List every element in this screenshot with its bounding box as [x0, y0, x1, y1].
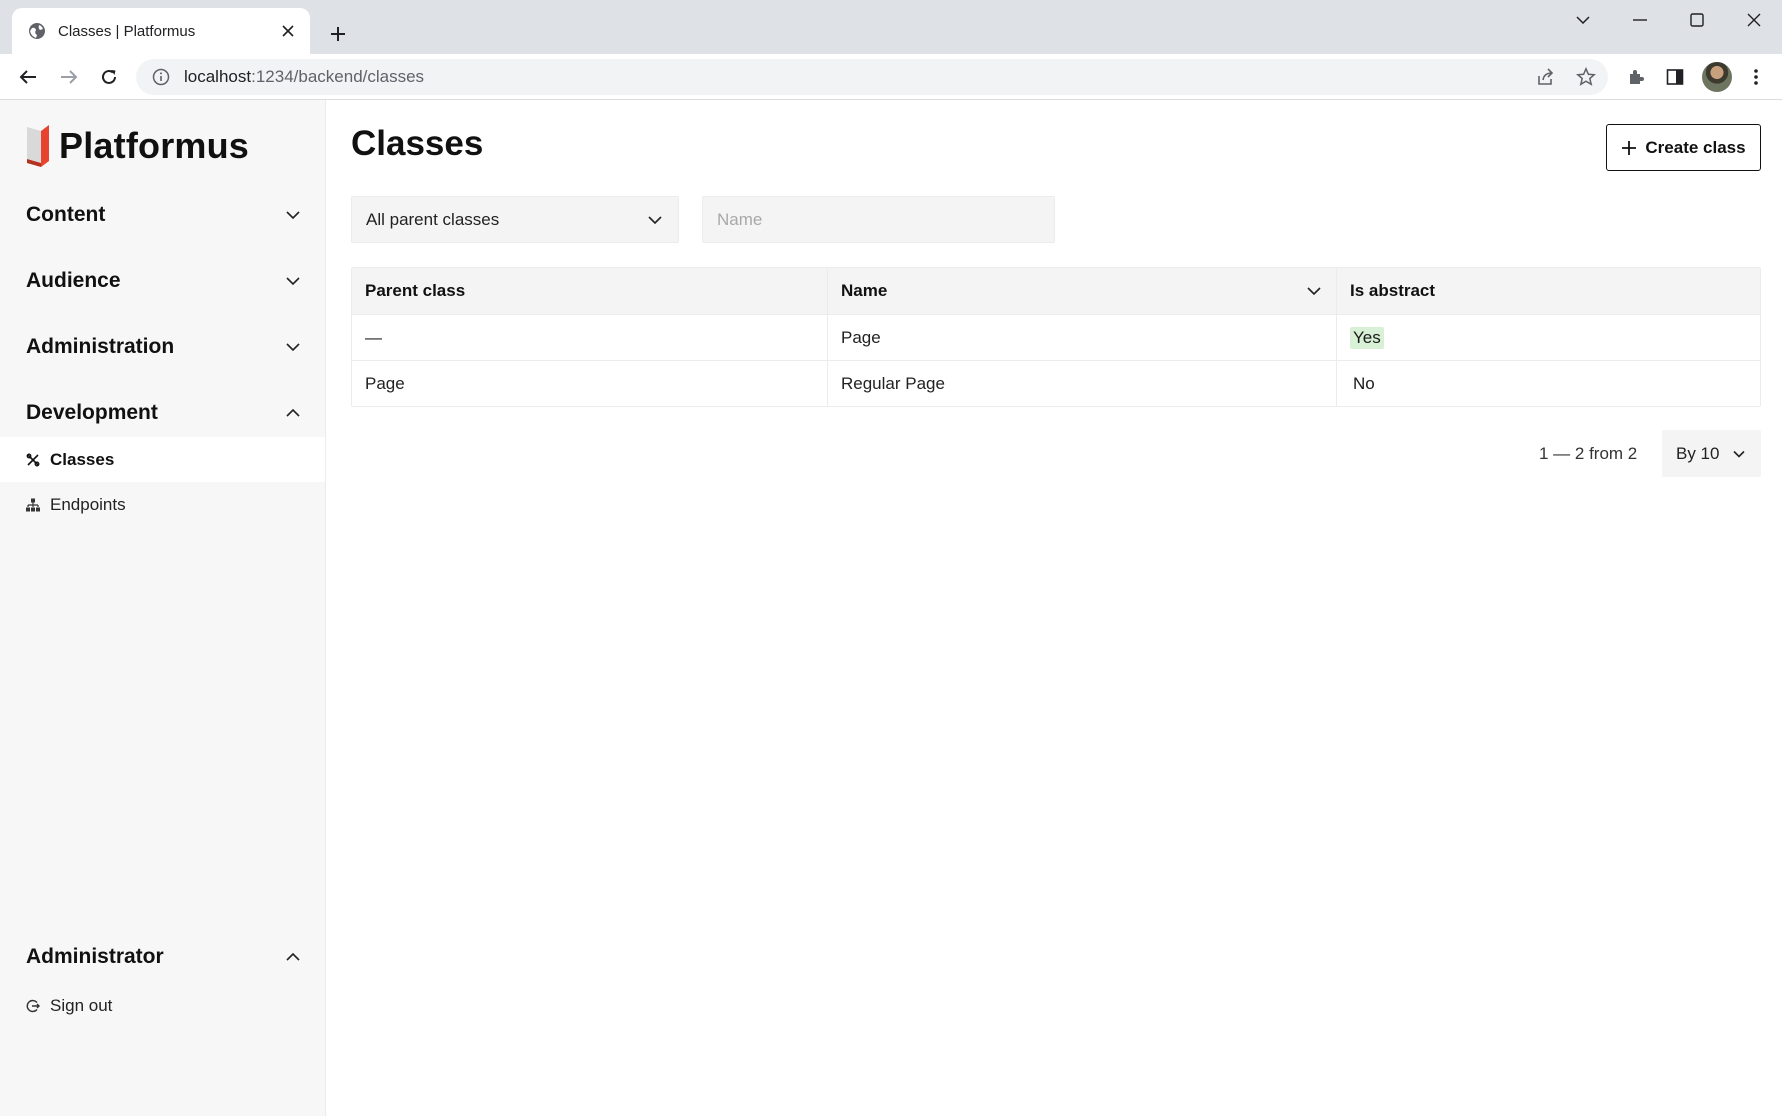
share-icon[interactable] [1533, 64, 1559, 90]
browser-tabstrip: Classes | Platformus [0, 0, 1782, 54]
cell-is-abstract: No [1336, 361, 1760, 406]
class-name-link[interactable]: Page [841, 328, 881, 348]
globe-icon [28, 22, 46, 40]
column-header-name[interactable]: Name [827, 268, 1336, 314]
classes-icon [26, 453, 40, 467]
nav-section-administration[interactable]: Administration [26, 327, 302, 367]
sidebar-item-classes[interactable]: Classes [0, 437, 325, 482]
site-info-icon[interactable] [152, 68, 170, 86]
table-row[interactable]: Page Regular Page No [352, 360, 1760, 406]
table-header-row: Parent class Name Is abstract [352, 268, 1760, 314]
endpoints-icon [26, 498, 40, 512]
section-title: Administrator [26, 945, 164, 968]
sidebar-item-sign-out[interactable]: Sign out [0, 983, 325, 1028]
address-bar[interactable]: localhost:1234/backend/classes [136, 59, 1608, 95]
section-title: Development [26, 401, 158, 424]
platformus-logo-icon [25, 123, 51, 169]
nav-section-administrator[interactable]: Administrator [26, 937, 302, 977]
profile-avatar[interactable] [1702, 62, 1732, 92]
cell-parent-class: Page [365, 373, 405, 393]
chevron-down-icon [646, 211, 664, 229]
url-text: localhost:1234/backend/classes [184, 67, 425, 86]
table-row[interactable]: — Page Yes [352, 314, 1760, 360]
page: Platformus Content Audience Administrati… [0, 100, 1782, 1116]
bookmark-star-icon[interactable] [1573, 64, 1599, 90]
chevron-up-icon [284, 404, 302, 422]
tab-title: Classes | Platformus [58, 22, 196, 40]
column-header-is-abstract[interactable]: Is abstract [1336, 268, 1760, 314]
tab-search-icon[interactable] [1563, 8, 1603, 32]
create-class-button[interactable]: Create class [1606, 124, 1761, 171]
page-title: Classes [351, 124, 484, 163]
sidebar-item-label: Endpoints [50, 494, 126, 514]
cell-parent-class: — [365, 327, 382, 347]
nav-section-development[interactable]: Development [26, 393, 302, 433]
browser-menu-icon[interactable] [1743, 64, 1769, 90]
new-tab-button[interactable] [324, 20, 352, 48]
reload-icon[interactable] [96, 64, 122, 90]
chevron-down-icon [284, 272, 302, 290]
sort-chevron-down-icon [1305, 282, 1323, 300]
class-name-link[interactable]: Regular Page [841, 374, 945, 394]
nav-section-content[interactable]: Content [26, 195, 302, 235]
cell-is-abstract: Yes [1336, 315, 1760, 360]
column-header-label: Name [841, 281, 888, 300]
extensions-icon[interactable] [1623, 64, 1649, 90]
page-size-select[interactable]: By 10 [1662, 430, 1761, 477]
pagination-summary: 1 — 2 from 2 [1539, 444, 1638, 463]
back-icon[interactable] [15, 64, 41, 90]
browser-toolbar: localhost:1234/backend/classes [0, 54, 1782, 100]
plus-icon [1621, 140, 1637, 156]
parent-class-filter-value: All parent classes [366, 209, 500, 229]
sidebar-item-label: Classes [50, 449, 115, 469]
close-window-icon[interactable] [1734, 8, 1774, 32]
status-badge: No [1353, 373, 1375, 393]
name-filter-input[interactable] [702, 196, 1055, 243]
sidebar: Platformus Content Audience Administrati… [0, 100, 326, 1116]
section-title: Administration [26, 335, 175, 358]
cell-name: Regular Page [827, 361, 1336, 406]
chevron-up-icon [284, 948, 302, 966]
column-header-parent-class[interactable]: Parent class [352, 268, 827, 314]
chevron-down-icon [284, 206, 302, 224]
sign-out-icon [26, 999, 40, 1013]
chevron-down-icon [284, 338, 302, 356]
section-title: Audience [26, 269, 121, 292]
side-panel-icon[interactable] [1662, 64, 1688, 90]
minimize-icon[interactable] [1620, 8, 1660, 32]
logo[interactable]: Platformus [25, 123, 249, 169]
create-class-label: Create class [1645, 137, 1746, 157]
chevron-down-icon [1731, 446, 1747, 462]
nav-section-audience[interactable]: Audience [26, 261, 302, 301]
forward-icon[interactable] [56, 64, 82, 90]
logo-text: Platformus [59, 125, 250, 166]
page-size-value: By 10 [1676, 443, 1720, 463]
cell-name: Page [827, 315, 1336, 360]
maximize-icon[interactable] [1677, 8, 1717, 32]
classes-table: Parent class Name Is abstract — Page Yes… [351, 267, 1761, 407]
section-title: Content [26, 203, 106, 226]
sidebar-item-label: Sign out [50, 995, 113, 1015]
sidebar-item-endpoints[interactable]: Endpoints [0, 482, 325, 527]
status-badge: Yes [1350, 326, 1384, 349]
parent-class-filter[interactable]: All parent classes [351, 196, 679, 243]
close-tab-icon[interactable] [276, 19, 300, 43]
browser-tab[interactable]: Classes | Platformus [12, 8, 310, 54]
